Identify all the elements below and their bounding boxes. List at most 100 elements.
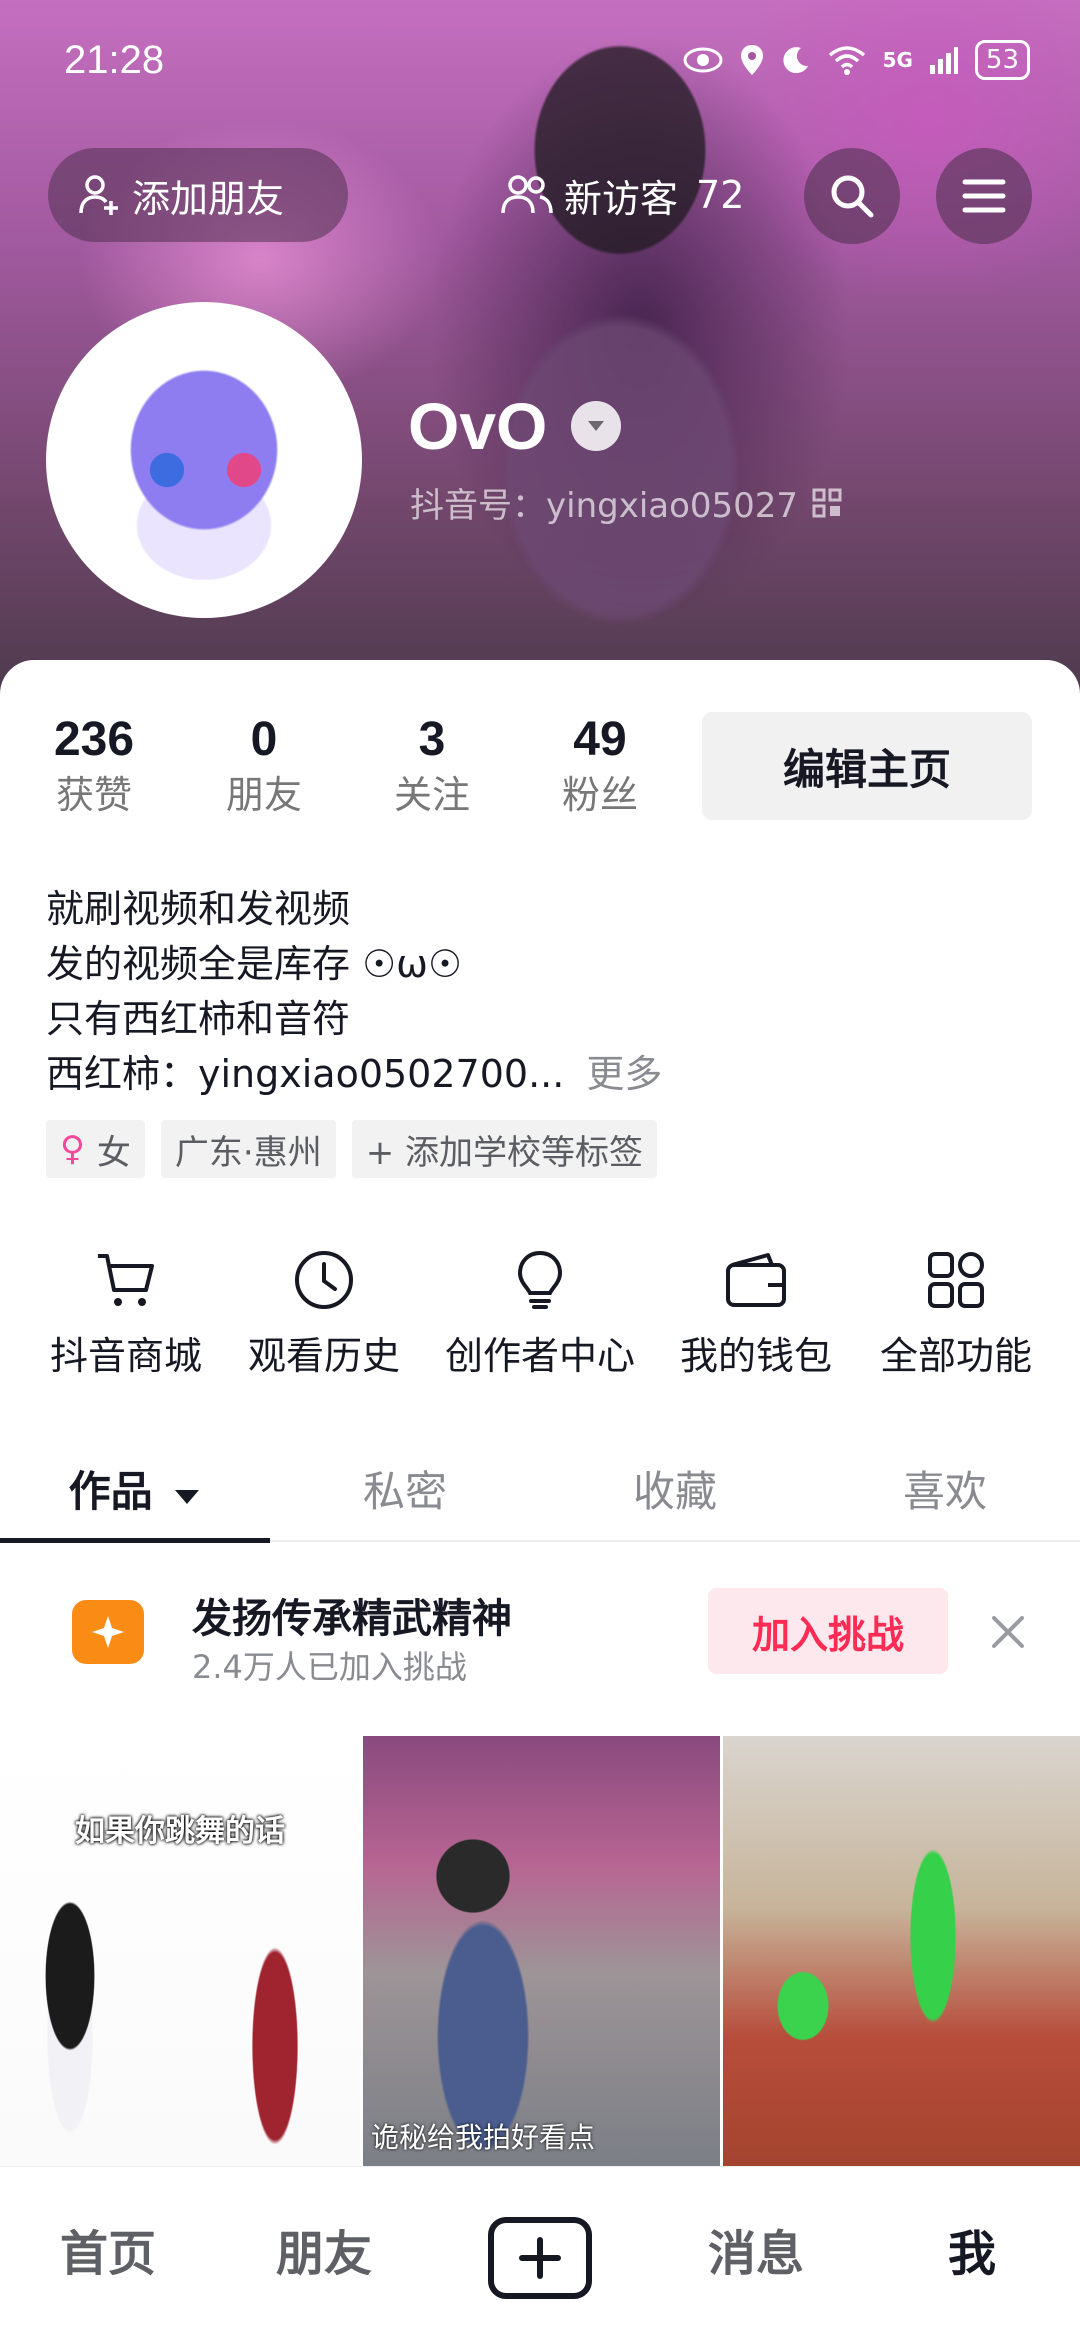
tab-private[interactable]: 私密 <box>270 1442 540 1542</box>
tool-mall[interactable]: 抖音商城 <box>16 1240 236 1386</box>
network-type: 5G <box>882 48 913 72</box>
cover-image <box>380 0 850 640</box>
challenge-icon <box>72 1600 144 1664</box>
wallet-icon <box>726 1253 786 1307</box>
tool-mall-label: 抖音商城 <box>49 1334 202 1378</box>
tab-works[interactable]: 作品 <box>0 1442 270 1542</box>
challenge-title: 发扬传承精武精神 <box>192 1596 512 1642</box>
video-thumbnail[interactable]: 如果你跳舞的话 <box>0 1736 360 2166</box>
nav-messages[interactable]: 消息 <box>648 2167 864 2340</box>
plus-icon <box>519 2237 561 2279</box>
stat-followers[interactable]: 49 粉丝 <box>530 712 670 822</box>
menu-button[interactable] <box>936 148 1032 244</box>
apps-icon <box>928 1252 984 1308</box>
douyin-id-text: 抖音号：yingxiao05027 <box>410 486 799 526</box>
gender-tag[interactable]: ♀ 女 <box>46 1120 145 1178</box>
battery-indicator: 53 <box>974 40 1030 80</box>
nav-friends[interactable]: 朋友 <box>216 2167 432 2340</box>
join-challenge-button[interactable]: 加入挑战 <box>708 1588 948 1674</box>
video-caption: 如果你跳舞的话 <box>75 1814 285 1849</box>
active-tab-indicator <box>0 1538 270 1543</box>
video-grid: 如果你跳舞的话 诡秘给我拍好看点 <box>0 1736 1080 2166</box>
tool-all-label: 全部功能 <box>879 1334 1032 1378</box>
search-button[interactable] <box>804 148 900 244</box>
tools-row: 抖音商城 观看历史 创作者中心 我的钱包 全部功能 <box>0 1240 1080 1400</box>
tab-works-label: 作品 <box>68 1467 153 1516</box>
new-visitors-button[interactable]: 新访客 72 <box>480 148 770 242</box>
add-tag-button[interactable]: + 添加学校等标签 <box>351 1120 658 1178</box>
avatar-image <box>89 340 319 580</box>
stat-followers-count: 49 <box>573 713 627 766</box>
visitors-label: 新访客 <box>564 176 679 221</box>
moon-icon <box>782 47 808 74</box>
gender-label: 女 <box>96 1132 131 1173</box>
video-thumbnail[interactable] <box>723 1736 1080 2166</box>
tab-likes[interactable]: 喜欢 <box>810 1442 1080 1542</box>
status-bar: 21:28 5G 53 <box>64 30 1030 90</box>
create-button[interactable] <box>488 2217 592 2299</box>
stat-likes-count: 236 <box>53 713 135 766</box>
content-tabs: 作品 私密 收藏 喜欢 <box>0 1442 1080 1543</box>
tool-creator-center[interactable]: 创作者中心 <box>430 1240 650 1386</box>
bio-line: 只有西红柿和音符 <box>46 997 351 1041</box>
tool-creator-label: 创作者中心 <box>444 1334 635 1378</box>
caret-down-icon <box>175 1490 200 1504</box>
add-friend-button[interactable]: 添加朋友 <box>48 148 348 242</box>
sparkle-icon <box>92 1616 124 1648</box>
add-user-icon <box>79 175 118 215</box>
stat-following-count: 3 <box>418 713 446 766</box>
challenge-banner[interactable]: 发扬传承精武精神 2.4万人已加入挑战 加入挑战 <box>0 1580 1080 1720</box>
search-icon <box>831 175 874 218</box>
eye-icon <box>683 47 723 73</box>
tool-history[interactable]: 观看历史 <box>214 1240 434 1386</box>
signal-icon <box>929 47 958 74</box>
bio-line: 发的视频全是库存 ☉ω☉ <box>46 942 463 986</box>
visitors-count: 72 <box>696 173 745 217</box>
caret-down-icon <box>588 421 605 431</box>
profile-sheet: 236 获赞 0 朋友 3 关注 49 粉丝 编辑主页 就刷视频和发视频 发的视… <box>0 660 1080 2340</box>
stat-following-label: 关注 <box>393 773 470 817</box>
bio[interactable]: 就刷视频和发视频 发的视频全是库存 ☉ω☉ 只有西红柿和音符 西红柿：yingx… <box>46 882 662 1102</box>
status-icons: 5G 53 <box>683 40 1030 80</box>
stat-likes-label: 获赞 <box>55 773 132 817</box>
account-switch-button[interactable] <box>571 401 622 451</box>
bio-line: 就刷视频和发视频 <box>46 887 351 931</box>
close-icon[interactable] <box>986 1610 1030 1654</box>
bulb-icon <box>517 1250 563 1309</box>
clock-icon <box>295 1251 353 1309</box>
nickname-text: OvO <box>408 389 548 463</box>
avatar[interactable] <box>46 302 362 618</box>
location-tag[interactable]: 广东·惠州 <box>160 1120 336 1178</box>
tool-history-label: 观看历史 <box>247 1334 400 1378</box>
wifi-icon <box>828 46 865 75</box>
tool-wallet-label: 我的钱包 <box>679 1334 832 1378</box>
stat-friends-label: 朋友 <box>225 773 302 817</box>
tab-favorites[interactable]: 收藏 <box>540 1442 810 1542</box>
female-icon: ♀ <box>60 1129 85 1169</box>
nav-me[interactable]: 我 <box>864 2167 1080 2340</box>
bio-line-last: 西红柿：yingxiao0502700... 更多 <box>46 1047 662 1102</box>
hamburger-menu-icon <box>962 179 1006 213</box>
stat-likes[interactable]: 236 获赞 <box>24 712 164 822</box>
profile-tags: ♀ 女 广东·惠州 + 添加学校等标签 <box>46 1120 658 1178</box>
video-caption: 诡秘给我拍好看点 <box>371 2121 596 2154</box>
add-friend-label: 添加朋友 <box>132 176 285 221</box>
douyin-id[interactable]: 抖音号：yingxiao05027 <box>410 478 842 527</box>
profile-nickname[interactable]: OvO <box>408 388 622 464</box>
stat-following[interactable]: 3 关注 <box>362 712 502 822</box>
status-time: 21:28 <box>64 37 165 82</box>
tool-all-features[interactable]: 全部功能 <box>846 1240 1066 1386</box>
video-thumbnail[interactable]: 诡秘给我拍好看点 <box>363 1736 720 2166</box>
challenge-subtitle: 2.4万人已加入挑战 <box>192 1648 467 1686</box>
stat-followers-label: 粉丝 <box>561 773 638 817</box>
cart-icon <box>98 1254 154 1306</box>
bio-more-link[interactable]: 更多 <box>586 1052 662 1096</box>
qr-code-icon[interactable] <box>812 488 842 518</box>
nav-home[interactable]: 首页 <box>0 2167 216 2340</box>
tool-wallet[interactable]: 我的钱包 <box>646 1240 866 1386</box>
bio-line: 西红柿：yingxiao0502700... <box>46 1052 565 1096</box>
visitors-icon <box>501 175 553 214</box>
location-icon <box>740 45 763 75</box>
edit-profile-button[interactable]: 编辑主页 <box>702 712 1032 820</box>
stat-friends[interactable]: 0 朋友 <box>194 712 334 822</box>
